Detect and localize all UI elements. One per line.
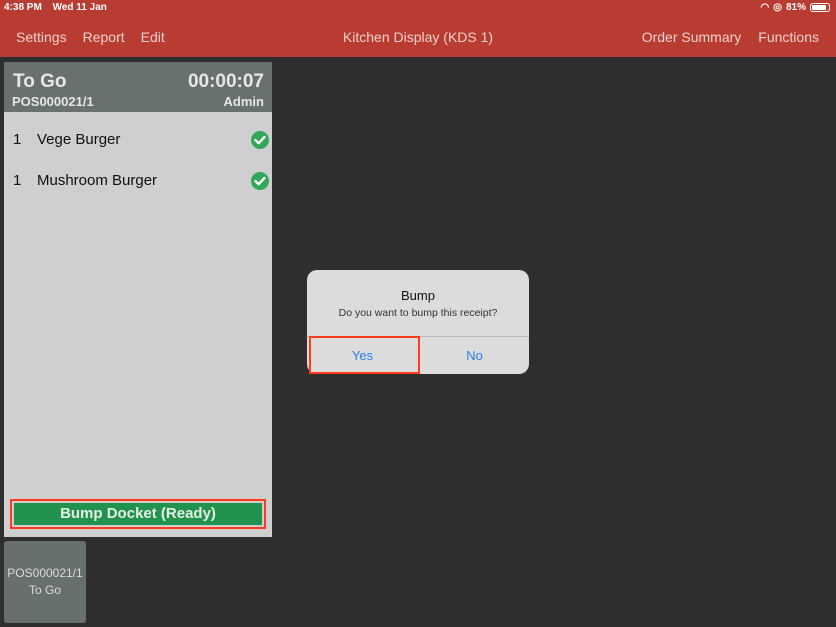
status-time: 4:38 PM	[4, 2, 42, 13]
item-name: Vege Burger	[37, 131, 121, 148]
bump-button-highlight: Bump Docket (Ready)	[10, 499, 266, 529]
item-name: Mushroom Burger	[37, 172, 158, 189]
dialog-title: Bump	[401, 288, 435, 303]
bump-docket-button[interactable]: Bump Docket (Ready)	[14, 503, 262, 525]
dialog-yes-button[interactable]: Yes	[307, 337, 418, 374]
nav-order-summary[interactable]: Order Summary	[642, 29, 742, 45]
ticket-order-id: POS000021/1	[12, 94, 94, 109]
ticket-type: To Go	[13, 71, 67, 92]
page-title: Kitchen Display (KDS 1)	[342, 29, 494, 45]
ticket-item[interactable]: 1 Mushroom Burger	[4, 166, 272, 196]
order-ticket[interactable]: To Go POS000021/1 00:00:07 Admin 1 Vege …	[4, 62, 272, 537]
nav-functions[interactable]: Functions	[758, 29, 819, 45]
item-qty: 1	[13, 131, 22, 148]
top-bar: 4:38 PM Wed 11 Jan ◠ ◎ 81% Settings Repo…	[0, 0, 836, 57]
nav-settings[interactable]: Settings	[16, 29, 67, 45]
status-bar-right: ◠ ◎ 81%	[761, 2, 830, 13]
status-date: Wed 11 Jan	[52, 2, 107, 13]
bump-dialog: Bump Do you want to bump this receipt? Y…	[307, 270, 529, 374]
ticket-item[interactable]: 1 Vege Burger	[4, 125, 272, 155]
battery-icon	[810, 3, 830, 12]
mini-ticket-order-id: POS000021/1	[7, 566, 83, 580]
nav-edit[interactable]: Edit	[141, 29, 165, 45]
mini-ticket[interactable]: POS000021/1 To Go	[4, 541, 86, 623]
item-qty: 1	[13, 172, 22, 189]
battery-percent: 81%	[785, 2, 806, 13]
orientation-lock-icon: ◎	[773, 2, 782, 13]
check-circle-icon	[251, 131, 269, 149]
dialog-no-button[interactable]: No	[418, 337, 529, 374]
mini-ticket-type: To Go	[28, 583, 61, 597]
ticket-user: Admin	[223, 94, 264, 109]
check-circle-icon	[251, 172, 269, 190]
ticket-timer: 00:00:07	[187, 71, 264, 92]
status-bar-left: 4:38 PM Wed 11 Jan	[4, 2, 115, 13]
nav-report[interactable]: Report	[83, 29, 125, 45]
wifi-icon: ◠	[760, 2, 770, 13]
dialog-message: Do you want to bump this receipt?	[338, 307, 498, 319]
ticket-header: To Go POS000021/1 00:00:07 Admin	[4, 62, 272, 112]
